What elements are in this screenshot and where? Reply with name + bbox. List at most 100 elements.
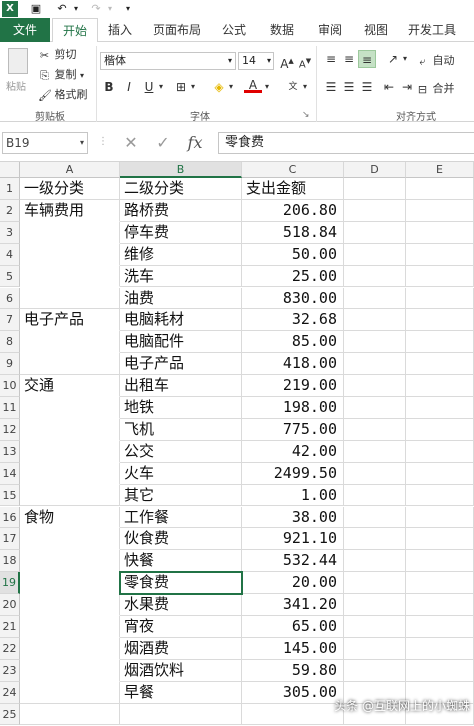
cell-a25[interactable] [20,703,120,726]
cell-e10[interactable] [406,375,474,397]
cut-button[interactable]: ✂ 剪切 [38,46,77,62]
cell-c1[interactable]: 支出金额 [242,178,344,200]
cell-d5[interactable] [344,265,406,288]
format-painter-button[interactable]: 🖌 格式刷 [38,86,88,102]
cell-a12[interactable] [20,418,120,441]
font-name-dropdown-icon[interactable]: ▾ [228,53,232,69]
cell-d11[interactable] [344,397,406,419]
cell-e7[interactable] [406,309,474,332]
cell-a4[interactable] [20,243,120,266]
insert-function-icon[interactable]: fx [184,132,206,154]
cell-b9[interactable]: 电子产品 [120,353,242,376]
cell-a11[interactable] [20,397,120,419]
cell-c18[interactable]: 532.44 [242,550,344,573]
font-dialog-launcher-icon[interactable]: ↘ [302,110,310,120]
cell-b22[interactable]: 烟酒费 [120,637,242,660]
cell-d22[interactable] [344,637,406,660]
cell-b2[interactable]: 路桥费 [120,199,242,222]
cell-d12[interactable] [344,418,406,441]
orientation-dropdown-icon[interactable]: ▾ [400,50,410,68]
cell-a13[interactable] [20,440,120,463]
cell-c11[interactable]: 198.00 [242,397,344,419]
cell-e4[interactable] [406,243,474,266]
cell-a10[interactable]: 交通 [20,375,120,397]
cell-e2[interactable] [406,199,474,222]
row-header[interactable]: 4 [0,243,20,266]
paste-button[interactable]: 粘贴 [4,46,32,102]
cell-c7[interactable]: 32.68 [242,309,344,332]
cell-b17[interactable]: 伙食费 [120,528,242,551]
cell-e15[interactable] [406,484,474,507]
cell-a24[interactable] [20,681,120,704]
cell-d2[interactable] [344,199,406,222]
cell-e17[interactable] [406,528,474,551]
cell-e19[interactable] [406,572,474,595]
cell-d20[interactable] [344,594,406,616]
save-icon[interactable]: ▣ [28,1,44,17]
cell-d18[interactable] [344,550,406,573]
cell-a9[interactable] [20,353,120,376]
row-header[interactable]: 12 [0,418,20,441]
cell-c19[interactable]: 20.00 [242,572,344,595]
cell-a19[interactable] [20,572,120,595]
cell-b16[interactable]: 工作餐 [120,506,242,529]
tab-formulas[interactable]: 公式 [214,18,254,42]
column-header-e[interactable]: E [406,162,474,178]
cell-d10[interactable] [344,375,406,397]
row-header[interactable]: 1 [0,178,20,200]
formula-input[interactable]: 零食费 [218,132,474,154]
cell-b13[interactable]: 公交 [120,440,242,463]
cell-c13[interactable]: 42.00 [242,440,344,463]
row-header[interactable]: 5 [0,265,20,288]
cell-e23[interactable] [406,659,474,682]
align-right-icon[interactable]: ☰ [358,78,376,96]
cell-a23[interactable] [20,659,120,682]
merge-center-button[interactable]: ⊟ 合并 [416,80,455,96]
wrap-text-button[interactable]: ⤶ 自动 [416,52,454,68]
cell-c8[interactable]: 85.00 [242,331,344,354]
row-header[interactable]: 14 [0,462,20,485]
cell-c10[interactable]: 219.00 [242,375,344,397]
shrink-font-button[interactable]: A▼ [296,52,314,70]
cell-e3[interactable] [406,221,474,244]
copy-dropdown-icon[interactable]: ▾ [80,71,84,80]
tab-page-layout[interactable]: 页面布局 [146,18,208,42]
cell-a5[interactable] [20,265,120,288]
cell-e16[interactable] [406,506,474,529]
cell-b21[interactable]: 宵夜 [120,616,242,638]
row-header[interactable]: 15 [0,484,20,507]
cell-a6[interactable] [20,287,120,310]
cell-b6[interactable]: 油费 [120,287,242,310]
underline-dropdown-icon[interactable]: ▾ [156,78,166,96]
column-header-a[interactable]: A [20,162,120,178]
bold-button[interactable]: B [100,78,118,96]
cell-c9[interactable]: 418.00 [242,353,344,376]
cell-c15[interactable]: 1.00 [242,484,344,507]
cell-e1[interactable] [406,178,474,200]
cell-e12[interactable] [406,418,474,441]
cell-d7[interactable] [344,309,406,332]
cell-b14[interactable]: 火车 [120,462,242,485]
row-header[interactable]: 25 [0,703,20,726]
name-box[interactable]: B19 ▾ [2,132,88,154]
decrease-indent-icon[interactable]: ⇤ [380,78,398,96]
cell-d4[interactable] [344,243,406,266]
cell-d6[interactable] [344,287,406,310]
enter-icon[interactable]: ✓ [152,132,174,154]
customize-toolbar-icon[interactable]: ▾ [120,1,136,17]
fill-color-dropdown-icon[interactable]: ▾ [226,78,236,96]
tab-home[interactable]: 开始 [52,18,98,43]
cell-a7[interactable]: 电子产品 [20,309,120,332]
cell-e20[interactable] [406,594,474,616]
cell-d1[interactable] [344,178,406,200]
cell-c23[interactable]: 59.80 [242,659,344,682]
row-header[interactable]: 8 [0,331,20,354]
cell-c2[interactable]: 206.80 [242,199,344,222]
cell-d3[interactable] [344,221,406,244]
cell-d23[interactable] [344,659,406,682]
font-size-combo[interactable]: 14 ▾ [238,52,274,70]
cell-e5[interactable] [406,265,474,288]
row-header[interactable]: 24 [0,681,20,704]
cell-d14[interactable] [344,462,406,485]
copy-button[interactable]: ⎘ 复制 ▾ [38,66,84,82]
